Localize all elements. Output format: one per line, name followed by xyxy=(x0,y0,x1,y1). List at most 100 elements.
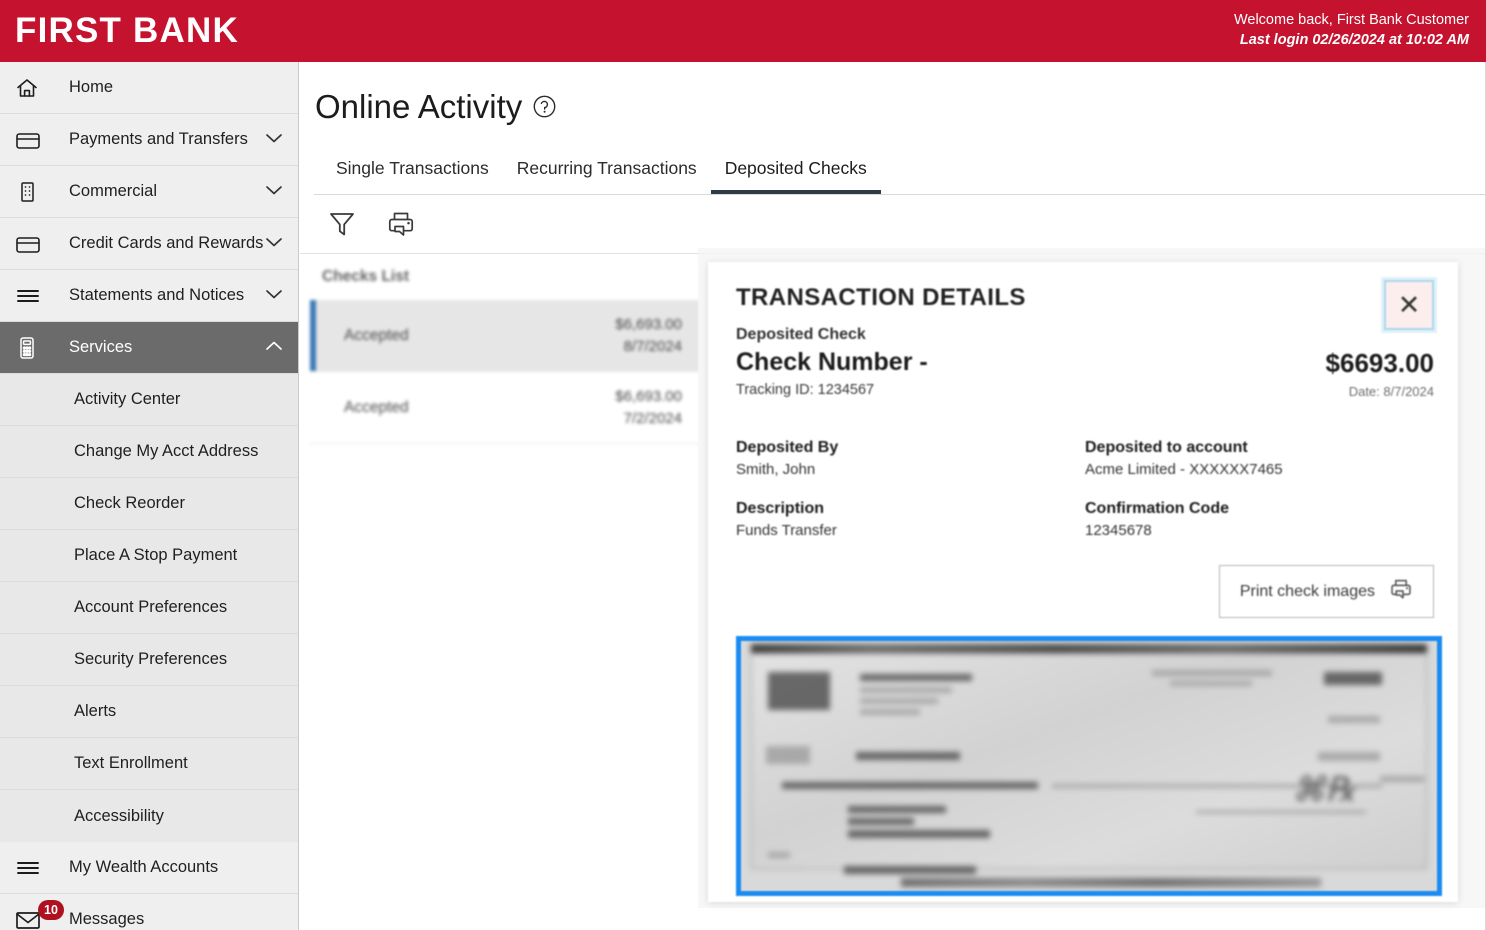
chevron-down-icon[interactable] xyxy=(264,182,284,201)
tab-single-transactions[interactable]: Single Transactions xyxy=(322,158,503,194)
signature-scribble: ⌘℞ xyxy=(1291,772,1356,809)
bank-logo[interactable]: FIRST BANK xyxy=(0,11,239,51)
scan-paper: ⌘℞ xyxy=(751,653,1427,874)
card-icon xyxy=(14,231,58,257)
print-button-label: Print check images xyxy=(1239,582,1375,600)
sidebar-item-services[interactable]: Services xyxy=(0,322,298,374)
printer-icon xyxy=(1389,577,1413,606)
page-title-row: Online Activity xyxy=(300,62,1485,126)
chevron-down-icon[interactable] xyxy=(264,130,284,149)
sidebar-item-text-enrollment[interactable]: Text Enrollment xyxy=(0,738,298,790)
field-description: Description Funds Transfer xyxy=(736,500,1085,539)
check-status: Accepted xyxy=(344,398,409,416)
filter-icon[interactable] xyxy=(328,209,356,239)
field-label: Description xyxy=(736,500,825,517)
sidebar-item-account-preferences[interactable]: Account Preferences xyxy=(0,582,298,634)
home-icon xyxy=(14,75,58,101)
sidebar-item-label: Payments and Transfers xyxy=(69,130,248,148)
deposited-checks-content: Checks List Accepted $6,693.00 8/7/2024 … xyxy=(300,248,1485,908)
chevron-down-icon[interactable] xyxy=(264,234,284,253)
print-check-images-button[interactable]: Print check images xyxy=(1218,565,1434,618)
tab-deposited-checks[interactable]: Deposited Checks xyxy=(710,158,881,194)
messages-count-badge: 10 xyxy=(38,900,64,920)
sidebar-item-change-my-acct-address[interactable]: Change My Acct Address xyxy=(0,426,298,478)
check-date: 7/2/2024 xyxy=(623,409,682,427)
app-root: FIRST BANK Welcome back, First Bank Cust… xyxy=(0,0,1486,930)
sidebar-sub-label: Text Enrollment xyxy=(74,754,188,772)
field-label: Confirmation Code xyxy=(1085,500,1229,517)
modal-body: ✕ TRANSACTION DETAILS Deposited Check Ch… xyxy=(708,262,1458,896)
question-circle-icon[interactable] xyxy=(532,94,557,124)
sidebar-item-messages[interactable]: 10 Messages xyxy=(0,894,298,930)
print-row: Print check images xyxy=(736,565,1434,618)
field-value: Smith, John xyxy=(736,461,816,478)
field-value: 12345678 xyxy=(1085,522,1152,539)
sidebar-item-label: Statements and Notices xyxy=(69,286,245,304)
sidebar-item-label: Credit Cards and Rewards xyxy=(69,234,264,252)
transaction-date: Date: 8/7/2024 xyxy=(1348,384,1434,399)
detail-fields-grid: Deposited By Smith, John Deposited to ac… xyxy=(736,439,1434,539)
sidebar-item-security-preferences[interactable]: Security Preferences xyxy=(0,634,298,686)
sidebar-item-payments-and-transfers[interactable]: Payments and Transfers xyxy=(0,114,298,166)
sidebar-item-accessibility[interactable]: Accessibility xyxy=(0,790,298,842)
tracking-id: Tracking ID: 1234567 xyxy=(736,382,875,398)
sidebar-item-statements-and-notices[interactable]: Statements and Notices xyxy=(0,270,298,322)
scanned-check-image[interactable]: ⌘℞ xyxy=(736,636,1442,896)
check-number-row: Check Number - Tracking ID: 1234567 $669… xyxy=(736,348,1434,399)
sidebar-item-check-reorder[interactable]: Check Reorder xyxy=(0,478,298,530)
check-status: Accepted xyxy=(344,326,409,344)
check-date: 8/7/2024 xyxy=(623,337,682,355)
content-toolbar xyxy=(300,195,1485,253)
chevron-up-icon[interactable] xyxy=(264,338,284,357)
tab-bar: Single Transactions Recurring Transactio… xyxy=(300,148,1485,194)
sidebar-sub-label: Security Preferences xyxy=(74,650,228,668)
sidebar-sub-label: Alerts xyxy=(74,702,117,720)
sidebar-item-activity-center[interactable]: Activity Center xyxy=(0,374,298,426)
field-confirmation-code: Confirmation Code 12345678 xyxy=(1085,500,1434,539)
printer-icon[interactable] xyxy=(386,209,416,239)
sidebar-sub-label: Change My Acct Address xyxy=(74,442,259,460)
last-login-text: Last login 02/26/2024 at 10:02 AM xyxy=(1239,32,1469,48)
sidebar-item-commercial[interactable]: Commercial xyxy=(0,166,298,218)
table-row[interactable]: Accepted $6,693.00 7/2/2024 xyxy=(310,372,700,444)
sidebar-item-label: Services xyxy=(69,338,133,356)
sidebar-sub-label: Account Preferences xyxy=(74,598,228,616)
checks-list-title: Checks List xyxy=(322,268,410,285)
field-value: Acme Limited - XXXXXX7465 xyxy=(1085,461,1283,478)
sidebar-sub-label: Check Reorder xyxy=(74,494,185,512)
list-icon xyxy=(14,858,58,878)
sidebar-item-my-wealth-accounts[interactable]: My Wealth Accounts xyxy=(0,842,298,894)
table-row[interactable]: Accepted $6,693.00 8/7/2024 xyxy=(310,300,700,372)
sidebar-item-alerts[interactable]: Alerts xyxy=(0,686,298,738)
field-deposited-by: Deposited By Smith, John xyxy=(736,439,1085,478)
check-amount: $6,693.00 xyxy=(615,387,682,405)
sidebar-item-place-a-stop-payment[interactable]: Place A Stop Payment xyxy=(0,530,298,582)
close-icon[interactable]: ✕ xyxy=(1384,280,1434,330)
card-icon xyxy=(14,127,58,153)
sidebar-item-home[interactable]: Home xyxy=(0,62,298,114)
tab-recurring-transactions[interactable]: Recurring Transactions xyxy=(503,158,711,194)
field-label: Deposited to account xyxy=(1085,439,1248,456)
sidebar-item-label: Messages xyxy=(69,910,145,928)
field-value: Funds Transfer xyxy=(736,522,837,539)
sidebar-item-label: My Wealth Accounts xyxy=(69,858,219,876)
welcome-message: Welcome back, First Bank Customer xyxy=(1233,12,1469,29)
building-icon xyxy=(14,179,58,205)
amount-block: $6693.00 Date: 8/7/2024 xyxy=(1326,348,1434,399)
page-title: Online Activity xyxy=(315,88,523,125)
sidebar-item-credit-cards-and-rewards[interactable]: Credit Cards and Rewards xyxy=(0,218,298,270)
sidebar-sub-label: Place A Stop Payment xyxy=(74,546,238,564)
field-deposited-to-account: Deposited to account Acme Limited - XXXX… xyxy=(1085,439,1434,478)
chevron-down-icon[interactable] xyxy=(264,286,284,305)
transaction-details-modal: ✕ TRANSACTION DETAILS Deposited Check Ch… xyxy=(708,262,1458,902)
modal-heading: TRANSACTION DETAILS xyxy=(736,284,1026,311)
sidebar-item-label: Home xyxy=(69,78,114,96)
close-glyph: ✕ xyxy=(1397,289,1421,320)
check-amount-date: $6,693.00 7/2/2024 xyxy=(615,386,682,430)
modal-subheading: Deposited Check xyxy=(736,326,866,343)
main-content: Online Activity Single Transactions Recu… xyxy=(300,62,1486,930)
field-label: Deposited By xyxy=(736,439,839,456)
welcome-block: Welcome back, First Bank Customer Last l… xyxy=(1234,11,1486,50)
checks-list-panel: Checks List Accepted $6,693.00 8/7/2024 … xyxy=(310,260,700,444)
check-amount: $6,693.00 xyxy=(615,315,682,333)
